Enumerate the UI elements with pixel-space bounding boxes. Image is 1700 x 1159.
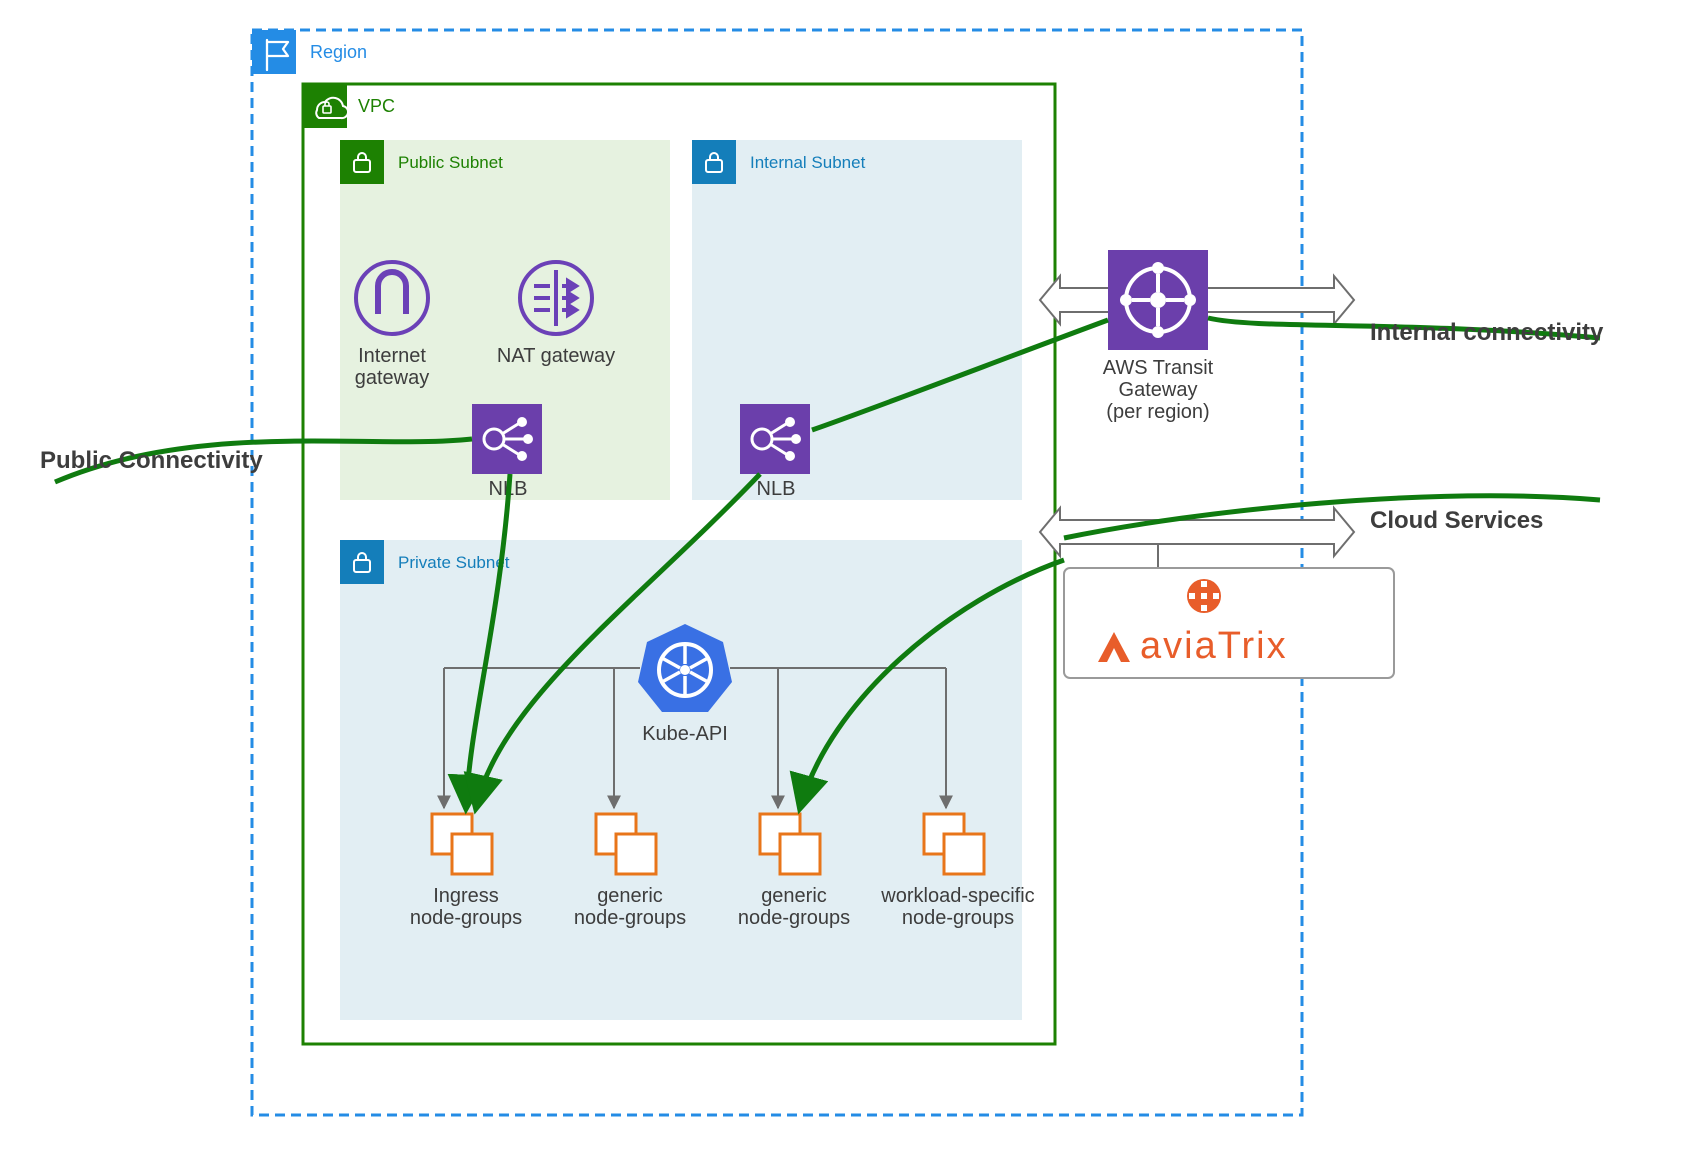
nodegroup3-label-1: generic: [761, 885, 827, 907]
transit-gateway-icon: [1108, 250, 1208, 350]
nlb-public-icon: [472, 404, 542, 474]
nodegroup4-label-2: node-groups: [902, 907, 1014, 929]
private-subnet: Private Subnet: [340, 540, 1022, 1020]
nodegroup2-label-2: node-groups: [574, 907, 686, 929]
cloud-services-label: Cloud Services: [1370, 507, 1543, 534]
vpc-label: VPC: [358, 96, 395, 116]
nodegroup3-label-2: node-groups: [738, 907, 850, 929]
nodegroup1-label-1: Ingress: [433, 885, 499, 907]
region-label: Region: [310, 42, 367, 62]
transit-gateway-label-1: AWS Transit: [1103, 357, 1214, 379]
nat-gateway-label: NAT gateway: [497, 345, 615, 367]
public-subnet-label: Public Subnet: [398, 153, 503, 172]
internet-gateway-label-1: Internet: [358, 345, 426, 367]
aviatrix-box: aviaTrix: [1064, 568, 1394, 678]
kube-api-label: Kube-API: [642, 723, 728, 745]
public-connectivity-label: Public Connectivity: [40, 447, 263, 474]
nodegroup4-label-1: workload-specific: [880, 885, 1034, 907]
nlb-internal-label: NLB: [757, 478, 796, 500]
nodegroup1-label-2: node-groups: [410, 907, 522, 929]
internet-gateway-label-2: gateway: [355, 367, 430, 389]
aviatrix-logo-icon: [1187, 579, 1221, 613]
aviatrix-label: aviaTrix: [1140, 625, 1288, 667]
transit-gateway-label-2: Gateway: [1119, 379, 1198, 401]
private-subnet-label: Private Subnet: [398, 553, 510, 572]
internal-connectivity-label: Internal connectivity: [1370, 319, 1604, 346]
nodegroup2-label-1: generic: [597, 885, 663, 907]
internal-subnet-label: Internal Subnet: [750, 153, 866, 172]
transit-gateway-label-3: (per region): [1106, 401, 1209, 423]
nlb-internal-icon: [740, 404, 810, 474]
